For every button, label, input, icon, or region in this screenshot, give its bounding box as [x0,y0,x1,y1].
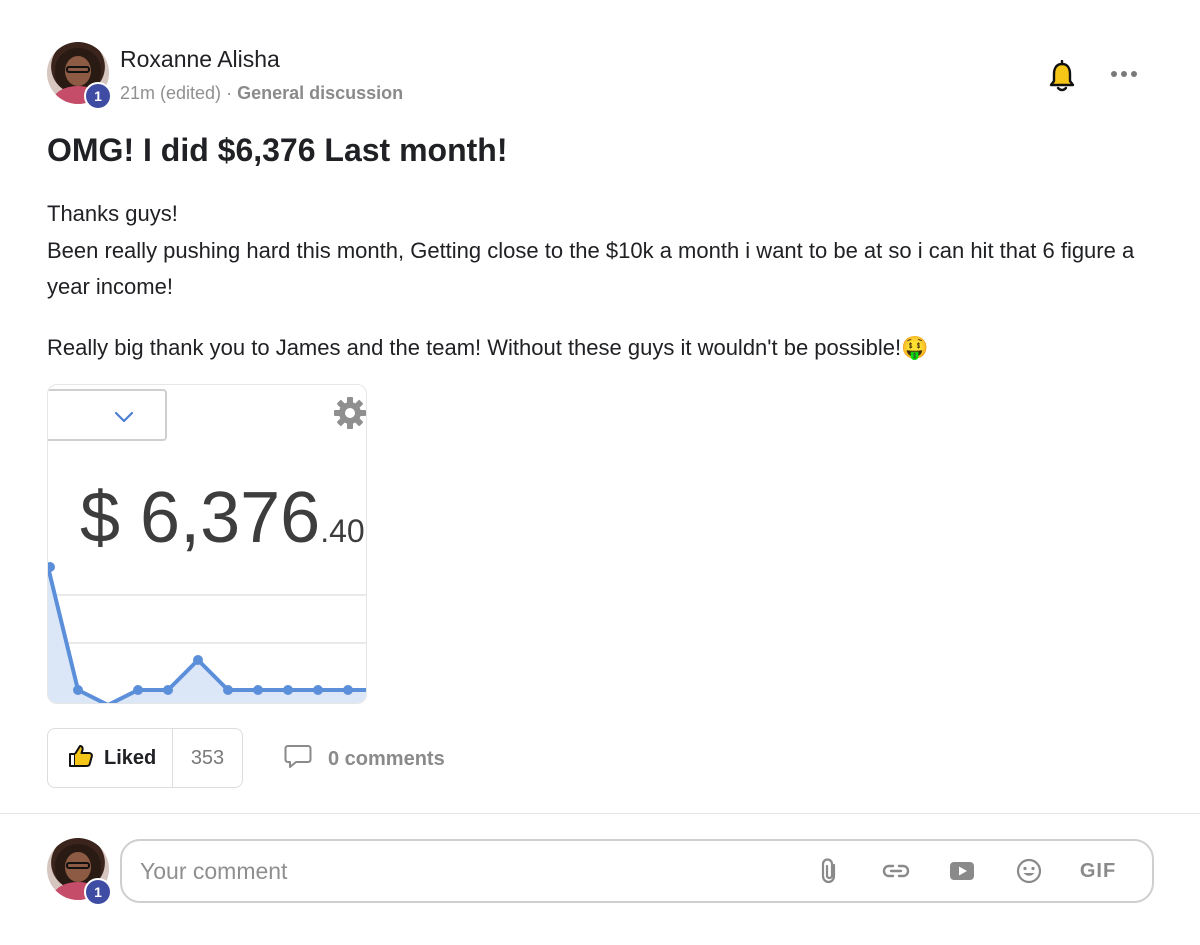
image-amount-cents: .40 [320,513,365,549]
post-time: 21m (edited) [120,83,222,103]
chevron-down-icon [114,411,134,423]
paperclip-icon[interactable] [816,857,844,885]
comment-composer: GIF [120,839,1154,903]
bell-icon[interactable] [1047,59,1077,94]
post-card: 1 Roxanne Alisha 21m (edited) · General … [0,0,1200,945]
video-play-icon[interactable] [948,857,976,885]
comments-count-label: 0 comments [328,747,445,770]
author-level-badge: 1 [84,82,112,110]
emoji-smile-icon[interactable] [1015,857,1043,885]
commenter-level-badge: 1 [84,878,112,906]
body-line: Really big thank you to James and the te… [47,334,929,360]
author-name[interactable]: Roxanne Alisha [120,46,280,73]
like-count[interactable]: 353 [173,729,242,787]
body-line: Thanks guys! [47,201,178,226]
meta-separator: · [226,83,233,103]
like-label: Liked [104,746,157,769]
image-amount: $ 6,376.40 [80,477,365,559]
link-icon[interactable] [882,857,910,885]
comment-input[interactable] [140,851,800,891]
post-category[interactable]: General discussion [237,83,403,103]
comments-button[interactable]: 0 comments [284,744,445,774]
image-line-chart [48,562,366,703]
post-meta: 21m (edited) · General discussion [120,83,403,104]
section-divider [0,813,1200,814]
like-control: Liked 353 [47,728,243,788]
like-button[interactable]: Liked [48,729,173,787]
thumbs-up-icon [68,744,94,773]
post-body: Thanks guys! Been really pushing hard th… [47,196,1157,366]
post-image-attachment[interactable]: $ 6,376.40 [47,384,367,704]
image-dropdown [48,389,167,441]
gear-icon [332,395,366,431]
body-line: Been really pushing hard this month, Get… [47,237,1135,300]
gif-button[interactable]: GIF [1078,857,1118,885]
image-amount-main: $ 6,376 [80,478,321,558]
more-options-icon[interactable] [1108,64,1140,84]
post-title: OMG! I did $6,376 Last month! [47,132,508,168]
gif-label: GIF [1079,859,1117,882]
comment-bubble-icon [284,744,312,775]
